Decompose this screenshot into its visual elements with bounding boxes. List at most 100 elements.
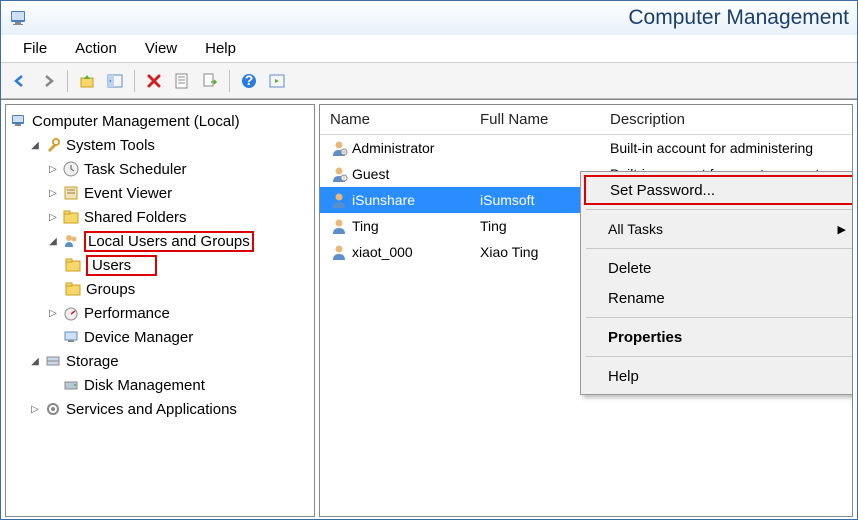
expand-icon[interactable]: ▷ — [46, 306, 60, 320]
user-name: iSunshare — [352, 192, 415, 208]
tree-label: System Tools — [66, 137, 155, 154]
collapse-icon[interactable]: ◢ — [28, 138, 42, 152]
ctx-delete[interactable]: Delete — [584, 253, 853, 283]
menu-help[interactable]: Help — [191, 37, 250, 60]
context-menu: Set Password... All Tasks ▶ Delete Rename… — [580, 171, 853, 395]
list-panel: Name Full Name Description Administrator… — [319, 104, 853, 517]
event-icon — [62, 184, 80, 202]
user-icon — [330, 139, 348, 157]
help-button[interactable]: ? — [236, 68, 262, 94]
context-separator — [586, 209, 853, 210]
submenu-arrow-icon: ▶ — [838, 223, 846, 236]
context-separator — [586, 356, 853, 357]
forward-button[interactable] — [35, 68, 61, 94]
tree-label: Storage — [66, 353, 119, 370]
tree-label: Event Viewer — [84, 185, 172, 202]
performance-icon — [62, 304, 80, 322]
spacer — [46, 378, 60, 392]
tree-disk-management[interactable]: Disk Management — [6, 373, 314, 397]
clock-icon — [62, 160, 80, 178]
tree-label: Groups — [86, 281, 135, 298]
list-row[interactable]: Administrator Built-in account for admin… — [320, 135, 852, 161]
tree-label: Device Manager — [84, 329, 193, 346]
user-icon — [330, 165, 348, 183]
tree-storage[interactable]: ◢ Storage — [6, 349, 314, 373]
user-full-name: Ting — [480, 218, 507, 234]
content-area: Computer Management (Local) ◢ System Too… — [1, 99, 857, 521]
menu-view[interactable]: View — [131, 37, 191, 60]
collapse-icon[interactable]: ◢ — [46, 234, 60, 248]
tree-groups[interactable]: Groups — [6, 277, 314, 301]
user-description: Built-in account for administering — [610, 140, 813, 156]
svg-text:?: ? — [245, 72, 254, 88]
computer-icon — [10, 112, 28, 130]
users-groups-icon — [62, 232, 80, 250]
tree-root[interactable]: Computer Management (Local) — [6, 109, 314, 133]
device-icon — [62, 328, 80, 346]
menu-bar: File Action View Help — [1, 35, 857, 63]
tree-local-users-groups[interactable]: ◢ Local Users and Groups — [6, 229, 314, 253]
column-description[interactable]: Description — [600, 105, 852, 134]
toolbar-separator — [67, 70, 68, 92]
toolbar-separator — [229, 70, 230, 92]
toolbar: ? — [1, 63, 857, 99]
collapse-icon[interactable]: ◢ — [28, 354, 42, 368]
user-name: Administrator — [352, 140, 434, 156]
expand-icon[interactable]: ▷ — [28, 402, 42, 416]
tree-label: Local Users and Groups — [84, 231, 254, 252]
user-full-name: Xiao Ting — [480, 244, 538, 260]
shared-folder-icon — [62, 208, 80, 226]
toolbar-separator — [134, 70, 135, 92]
tree-label: Computer Management (Local) — [32, 113, 240, 130]
spacer — [46, 330, 60, 344]
expand-icon[interactable]: ▷ — [46, 186, 60, 200]
tree-performance[interactable]: ▷ Performance — [6, 301, 314, 325]
user-name: xiaot_000 — [352, 244, 413, 260]
expand-icon[interactable]: ▷ — [46, 210, 60, 224]
tree-task-scheduler[interactable]: ▷ Task Scheduler — [6, 157, 314, 181]
tree-event-viewer[interactable]: ▷ Event Viewer — [6, 181, 314, 205]
refresh-button[interactable] — [264, 68, 290, 94]
back-button[interactable] — [7, 68, 33, 94]
context-separator — [586, 248, 853, 249]
tree-label: Performance — [84, 305, 170, 322]
folder-icon — [64, 280, 82, 298]
tree-shared-folders[interactable]: ▷ Shared Folders — [6, 205, 314, 229]
disk-icon — [62, 376, 80, 394]
tools-icon — [44, 136, 62, 154]
tree-system-tools[interactable]: ◢ System Tools — [6, 133, 314, 157]
menu-action[interactable]: Action — [61, 37, 131, 60]
up-button[interactable] — [74, 68, 100, 94]
properties-button[interactable] — [169, 68, 195, 94]
ctx-rename[interactable]: Rename — [584, 283, 853, 313]
tree-label: Shared Folders — [84, 209, 187, 226]
column-full-name[interactable]: Full Name — [470, 105, 600, 134]
folder-icon — [64, 256, 82, 274]
expand-icon[interactable]: ▷ — [46, 162, 60, 176]
title-bar: Computer Management — [1, 1, 857, 35]
user-icon — [330, 217, 348, 235]
user-icon — [330, 243, 348, 261]
list-header: Name Full Name Description — [320, 105, 852, 135]
tree-label: Task Scheduler — [84, 161, 187, 178]
ctx-help[interactable]: Help — [584, 361, 853, 391]
menu-file[interactable]: File — [9, 37, 61, 60]
tree-device-manager[interactable]: Device Manager — [6, 325, 314, 349]
tree-label: Disk Management — [84, 377, 205, 394]
ctx-properties[interactable]: Properties — [584, 322, 853, 352]
app-icon — [9, 8, 29, 28]
ctx-label: All Tasks — [608, 221, 663, 237]
ctx-set-password[interactable]: Set Password... — [584, 175, 853, 205]
tree-users[interactable]: Users — [6, 253, 314, 277]
tree-panel: Computer Management (Local) ◢ System Too… — [5, 104, 315, 517]
tree-label: Users — [86, 255, 157, 276]
services-icon — [44, 400, 62, 418]
export-button[interactable] — [197, 68, 223, 94]
column-name[interactable]: Name — [320, 105, 470, 134]
tree-services-apps[interactable]: ▷ Services and Applications — [6, 397, 314, 421]
user-icon — [330, 191, 348, 209]
delete-button[interactable] — [141, 68, 167, 94]
show-hide-button[interactable] — [102, 68, 128, 94]
ctx-all-tasks[interactable]: All Tasks ▶ — [584, 214, 853, 244]
user-full-name: iSumsoft — [480, 192, 534, 208]
